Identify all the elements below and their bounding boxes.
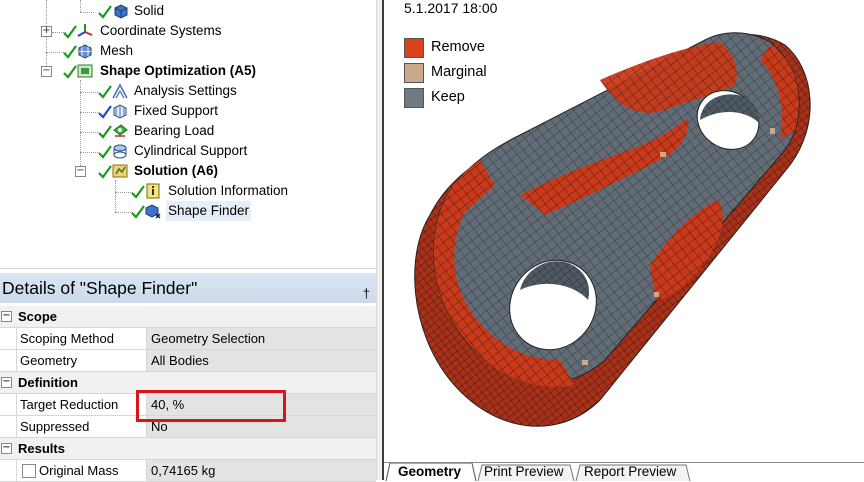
tree-item-label: Shape Optimization (A5): [100, 63, 257, 78]
check-icon: [98, 165, 112, 179]
marginal-element: [582, 360, 588, 365]
check-icon: [131, 185, 145, 199]
tree-item-label: Fixed Support: [134, 103, 219, 118]
legend-swatch: [404, 88, 424, 108]
analysis-system-icon: [77, 64, 93, 78]
legend-swatch: [404, 38, 424, 58]
tab-geometry[interactable]: Geometry: [394, 463, 465, 481]
tree-item-bearing-load[interactable]: Bearing Load: [0, 121, 376, 141]
property-name: Suppressed: [16, 416, 147, 437]
mesh-icon: [78, 44, 92, 59]
tree-item-analysis-settings[interactable]: Analysis Settings: [0, 81, 376, 101]
expand-icon[interactable]: +: [41, 26, 52, 37]
tree-item-label: Mesh: [100, 43, 134, 58]
check-icon: [98, 105, 112, 119]
tree-item-shape-optimization[interactable]: − Shape Optimization (A5): [0, 61, 376, 81]
tree-item-solid[interactable]: Solid: [0, 1, 376, 21]
property-name: Geometry: [16, 350, 147, 371]
collapse-icon[interactable]: −: [1, 377, 12, 388]
result-timestamp: 5.1.2017 18:00: [404, 0, 498, 16]
section-label: Scope: [18, 309, 58, 324]
check-icon: [63, 65, 77, 79]
view-tabs: Geometry Print Preview Report Preview: [384, 462, 864, 481]
property-value: 0,74165 kg: [147, 460, 376, 481]
solution-icon: [112, 164, 128, 178]
tab-print-preview[interactable]: Print Preview: [480, 463, 568, 481]
shape-finder-icon: [145, 204, 161, 219]
legend-label: Remove: [431, 39, 485, 55]
information-icon: [146, 183, 160, 199]
tree-item-coordinate-systems[interactable]: + Coordinate Systems: [0, 21, 376, 41]
graphics-viewport[interactable]: 5.1.2017 18:00 Remove Marginal Keep: [384, 0, 864, 462]
section-results[interactable]: − Results: [0, 438, 376, 460]
tree-item-label: Shape Finder: [166, 201, 252, 221]
details-title-bar: Details of "Shape Finder" †: [0, 273, 376, 303]
property-name: Scoping Method: [16, 328, 147, 349]
tree-item-label: Coordinate Systems: [100, 23, 222, 38]
details-title: Details of "Shape Finder": [2, 278, 198, 298]
details-row-geometry[interactable]: Geometry All Bodies: [0, 350, 376, 372]
panel-splitter[interactable]: [376, 0, 384, 480]
check-icon: [98, 125, 112, 139]
tree-item-label: Cylindrical Support: [134, 143, 248, 158]
collapse-icon[interactable]: −: [1, 311, 12, 322]
tree-item-solution-information[interactable]: Solution Information: [0, 181, 376, 201]
property-value[interactable]: All Bodies: [147, 350, 376, 371]
check-icon: [98, 5, 112, 19]
marginal-element: [654, 292, 659, 297]
tree-item-label: Solid: [134, 3, 165, 18]
parameter-checkbox[interactable]: [22, 464, 36, 478]
coordinate-axes-icon: [77, 24, 93, 37]
legend-label: Keep: [431, 89, 465, 105]
marginal-element: [770, 128, 775, 134]
solid-body-icon: [114, 4, 128, 19]
tree-item-label: Bearing Load: [134, 123, 215, 138]
collapse-icon[interactable]: −: [1, 443, 12, 454]
collapse-icon[interactable]: −: [75, 166, 86, 177]
tree-item-label: Solution (A6): [134, 163, 218, 178]
bearing-load-icon: [113, 124, 128, 137]
check-icon: [98, 145, 112, 159]
highlight-box: [136, 390, 286, 422]
cylindrical-support-icon: [113, 144, 127, 159]
property-name: Target Reduction: [16, 394, 147, 415]
section-label: Definition: [18, 375, 78, 390]
marginal-element: [660, 152, 666, 157]
check-icon: [63, 25, 77, 39]
check-icon: [63, 45, 77, 59]
tree-item-solution[interactable]: − Solution (A6): [0, 161, 376, 181]
section-scope[interactable]: − Scope: [0, 306, 376, 328]
tree-item-fixed-support[interactable]: Fixed Support: [0, 101, 376, 121]
pin-icon[interactable]: †: [363, 279, 370, 309]
tree-item-shape-finder[interactable]: Shape Finder: [0, 201, 376, 221]
analysis-settings-icon: [112, 83, 128, 99]
legend-label: Marginal: [431, 64, 487, 80]
tree-item-label: Solution Information: [168, 183, 289, 198]
check-icon: [98, 85, 112, 99]
fixed-support-icon: [113, 104, 127, 119]
tree-item-label: Analysis Settings: [134, 83, 237, 98]
section-label: Results: [18, 441, 65, 456]
tab-report-preview[interactable]: Report Preview: [580, 463, 680, 481]
tree-item-cylindrical-support[interactable]: Cylindrical Support: [0, 141, 376, 161]
check-icon: [131, 205, 145, 219]
collapse-icon[interactable]: −: [41, 66, 52, 77]
property-value[interactable]: Geometry Selection: [147, 328, 376, 349]
legend-swatch: [404, 63, 424, 83]
outline-tree: Solid + Coordinate Systems Mesh − Shape …: [0, 0, 376, 268]
tree-item-mesh[interactable]: Mesh: [0, 41, 376, 61]
details-row-original-mass[interactable]: Original Mass 0,74165 kg: [0, 460, 376, 482]
details-row-scoping-method[interactable]: Scoping Method Geometry Selection: [0, 328, 376, 350]
